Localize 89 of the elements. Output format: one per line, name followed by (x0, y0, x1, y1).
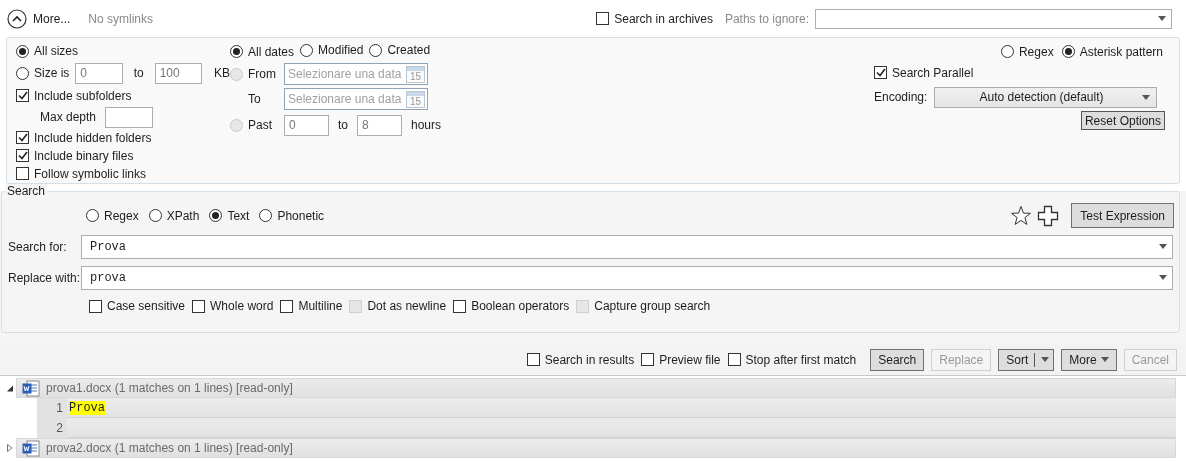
checkbox-option[interactable]: Include binary files (16, 148, 134, 163)
checkbox-option[interactable]: Follow symbolic links (16, 166, 147, 181)
split-button[interactable]: Sort (998, 348, 1055, 371)
checkbox[interactable] (874, 66, 887, 79)
dropdown-arrow-icon[interactable] (1159, 275, 1167, 280)
checkbox[interactable] (453, 299, 467, 313)
dropdown-arrow-icon[interactable] (1041, 357, 1050, 362)
checkbox[interactable] (16, 131, 29, 145)
radio-option[interactable]: Text (209, 208, 250, 223)
checkbox[interactable] (16, 167, 29, 181)
dropdown-arrow-icon[interactable] (1159, 244, 1167, 249)
more-link[interactable]: More... (33, 11, 71, 26)
checkbox[interactable] (526, 353, 540, 366)
word-document-icon (22, 439, 40, 457)
dropdown-arrow-icon[interactable] (1100, 357, 1109, 362)
radio-button[interactable] (86, 209, 99, 222)
radio-option[interactable]: Size is (16, 66, 70, 81)
action-button[interactable]: Search (870, 348, 925, 371)
add-icon[interactable] (1037, 204, 1060, 227)
checkbox[interactable] (192, 299, 206, 313)
expanded-arrow-icon[interactable] (4, 383, 16, 393)
checkbox-option[interactable]: Boolean operators (453, 299, 570, 313)
search-for-field[interactable]: Prova (81, 234, 1173, 259)
checkbox-option[interactable]: Preview file (641, 352, 721, 367)
radio-button[interactable] (1000, 45, 1014, 58)
checkbox[interactable] (16, 89, 29, 103)
checkbox-option[interactable]: Stop after first match (727, 352, 857, 367)
radio-option[interactable]: Phonetic (259, 208, 325, 223)
to-label: to (133, 66, 144, 81)
encoding-label: Encoding: (874, 90, 929, 104)
radio-button[interactable] (369, 43, 383, 57)
max-depth-field[interactable] (105, 106, 154, 128)
radio-button[interactable] (16, 66, 29, 80)
radio-option[interactable]: Modified (300, 43, 364, 58)
field-label: Paths to ignore: (724, 11, 809, 26)
field-label: Replace with: (8, 270, 81, 285)
test-expression-button[interactable]: Test Expression (1071, 203, 1174, 228)
radio-button[interactable] (259, 209, 273, 222)
checkbox[interactable] (280, 299, 294, 313)
radio-button[interactable] (300, 43, 314, 57)
checkbox[interactable] (89, 299, 102, 313)
star-icon[interactable] (1010, 204, 1033, 227)
dropdown-arrow-icon[interactable] (1158, 16, 1166, 21)
line-number: 2 (37, 418, 67, 438)
checkbox[interactable] (727, 353, 741, 366)
checkbox-option[interactable]: Multiline (280, 299, 343, 313)
radio-option[interactable]: XPath (148, 208, 200, 223)
result-file-row[interactable]: prova1.docx (1 matches on 1 lines) [read-only] (16, 378, 1176, 398)
radio-option[interactable]: Created (369, 43, 431, 58)
menu-button[interactable]: More (1061, 348, 1117, 371)
radio-option[interactable]: All sizes (16, 44, 78, 59)
line-number: 1 (37, 398, 67, 418)
checkbox-option[interactable]: Case sensitive (89, 299, 186, 313)
match-highlight: Prova (69, 400, 105, 415)
encoding-dropdown[interactable]: Auto detection (default) (934, 86, 1157, 108)
result-file-row[interactable]: prova2.docx (1 matches on 1 lines) [read-only] (16, 438, 1176, 458)
radio-option[interactable]: Regex (1000, 44, 1054, 59)
checkbox[interactable] (16, 149, 29, 163)
to-label: To (247, 92, 262, 106)
max-depth-label: Max depth (40, 110, 97, 125)
radio-button[interactable] (209, 209, 223, 222)
size-to-field[interactable]: 100 (154, 62, 202, 84)
radio-button[interactable] (1061, 45, 1075, 58)
checkbox[interactable] (596, 12, 610, 25)
checkbox-option[interactable]: Search Parallel (874, 65, 974, 80)
checkbox-option[interactable]: Search in archives (596, 11, 713, 26)
radio-button[interactable] (148, 209, 162, 222)
word-document-icon (22, 379, 40, 397)
radio-button[interactable] (230, 45, 243, 59)
symlinks-label: No symlinks (88, 11, 154, 26)
checkbox-option[interactable]: Search in results (526, 352, 635, 367)
reset-options-button[interactable]: Reset Options (1080, 111, 1165, 130)
group-legend: Search (5, 184, 48, 198)
size-from-field[interactable]: 0 (75, 62, 123, 84)
checkbox-option[interactable]: Whole word (192, 299, 274, 313)
field-label: Search for: (8, 239, 68, 254)
radio-button[interactable] (16, 44, 29, 58)
checkbox[interactable] (641, 353, 655, 366)
unit-label: hours (411, 118, 442, 132)
unit-label: KB (214, 66, 230, 81)
replace-with-field[interactable]: prova (81, 265, 1173, 290)
to-label: to (338, 118, 348, 132)
collapse-icon[interactable] (7, 8, 27, 29)
radio-option[interactable]: Regex (86, 208, 139, 223)
dropdown-arrow-icon[interactable] (1142, 94, 1150, 100)
radio-option[interactable]: All dates (230, 44, 295, 59)
radio-option[interactable]: Asterisk pattern (1061, 44, 1163, 59)
checkbox-option[interactable]: Include subfolders (16, 88, 132, 103)
checkbox-option[interactable]: Include hidden folders (16, 130, 152, 145)
